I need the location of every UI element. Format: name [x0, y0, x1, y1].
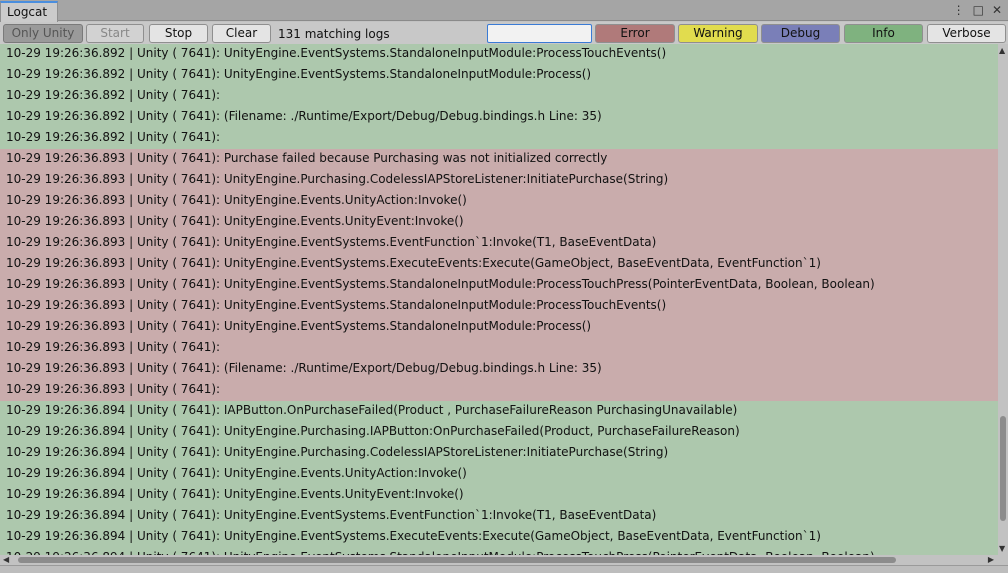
log-row[interactable]: 10-29 19:26:36.893 | Unity ( 7641):	[0, 380, 998, 401]
log-row[interactable]: 10-29 19:26:36.894 | Unity ( 7641): Unit…	[0, 422, 998, 443]
info-filter-button[interactable]: Info	[844, 24, 923, 43]
log-row[interactable]: 10-29 19:26:36.894 | Unity ( 7641): Unit…	[0, 443, 998, 464]
horizontal-scrollbar[interactable]: ◀ ▶	[0, 555, 1008, 565]
log-row[interactable]: 10-29 19:26:36.893 | Unity ( 7641): Unit…	[0, 296, 998, 317]
log-row[interactable]: 10-29 19:26:36.893 | Unity ( 7641): Unit…	[0, 170, 998, 191]
log-row[interactable]: 10-29 19:26:36.892 | Unity ( 7641): Unit…	[0, 65, 998, 86]
log-row[interactable]: 10-29 19:26:36.892 | Unity ( 7641):	[0, 128, 998, 149]
stop-button[interactable]: Stop	[149, 24, 208, 43]
error-filter-button[interactable]: Error	[595, 24, 675, 43]
more-options-icon[interactable]: ⋮	[953, 3, 965, 17]
log-row[interactable]: 10-29 19:26:36.893 | Unity ( 7641): Unit…	[0, 212, 998, 233]
toolbar: Only Unity Start Stop Clear 131 matching…	[0, 22, 1008, 45]
close-icon[interactable]: ✕	[992, 3, 1002, 17]
start-button[interactable]: Start	[86, 24, 144, 43]
maximize-icon[interactable]: □	[973, 3, 984, 17]
horizontal-scroll-thumb[interactable]	[18, 557, 896, 563]
log-row[interactable]: 10-29 19:26:36.894 | Unity ( 7641): Unit…	[0, 548, 998, 555]
scroll-left-arrow-icon[interactable]: ◀	[3, 555, 9, 564]
log-row[interactable]: 10-29 19:26:36.893 | Unity ( 7641): Unit…	[0, 317, 998, 338]
log-row[interactable]: 10-29 19:26:36.892 | Unity ( 7641): (Fil…	[0, 107, 998, 128]
log-row[interactable]: 10-29 19:26:36.893 | Unity ( 7641): Unit…	[0, 233, 998, 254]
search-input[interactable]	[487, 24, 592, 43]
log-row[interactable]: 10-29 19:26:36.893 | Unity ( 7641): Purc…	[0, 149, 998, 170]
log-row[interactable]: 10-29 19:26:36.892 | Unity ( 7641): Unit…	[0, 44, 998, 65]
only-unity-toggle[interactable]: Only Unity	[3, 24, 83, 43]
log-row[interactable]: 10-29 19:26:36.892 | Unity ( 7641):	[0, 86, 998, 107]
scroll-down-arrow-icon[interactable]: ▼	[999, 544, 1005, 553]
debug-filter-button[interactable]: Debug	[761, 24, 840, 43]
log-row[interactable]: 10-29 19:26:36.894 | Unity ( 7641): Unit…	[0, 464, 998, 485]
log-row[interactable]: 10-29 19:26:36.893 | Unity ( 7641): Unit…	[0, 191, 998, 212]
scroll-up-arrow-icon[interactable]: ▲	[999, 46, 1005, 55]
log-row[interactable]: 10-29 19:26:36.894 | Unity ( 7641): Unit…	[0, 485, 998, 506]
clear-button[interactable]: Clear	[212, 24, 271, 43]
log-row[interactable]: 10-29 19:26:36.893 | Unity ( 7641): (Fil…	[0, 359, 998, 380]
vertical-scrollbar[interactable]: ▲ ▼	[998, 44, 1008, 555]
matching-logs-count: 131 matching logs	[278, 27, 390, 41]
log-row[interactable]: 10-29 19:26:36.893 | Unity ( 7641):	[0, 338, 998, 359]
warning-filter-button[interactable]: Warning	[678, 24, 758, 43]
log-list[interactable]: 10-29 19:26:36.892 | Unity ( 7641): Unit…	[0, 44, 998, 555]
log-row[interactable]: 10-29 19:26:36.893 | Unity ( 7641): Unit…	[0, 254, 998, 275]
tab-bar: Logcat ⋮ □ ✕	[0, 0, 1008, 22]
window-controls: ⋮ □ ✕	[953, 3, 1002, 17]
log-row[interactable]: 10-29 19:26:36.893 | Unity ( 7641): Unit…	[0, 275, 998, 296]
vertical-scroll-thumb[interactable]	[1000, 416, 1006, 521]
log-row[interactable]: 10-29 19:26:36.894 | Unity ( 7641): Unit…	[0, 527, 998, 548]
tab-logcat[interactable]: Logcat	[0, 1, 58, 22]
scroll-right-arrow-icon[interactable]: ▶	[988, 555, 994, 564]
status-bar	[0, 565, 1008, 573]
log-row[interactable]: 10-29 19:26:36.894 | Unity ( 7641): IAPB…	[0, 401, 998, 422]
verbose-filter-button[interactable]: Verbose	[927, 24, 1006, 43]
log-row[interactable]: 10-29 19:26:36.894 | Unity ( 7641): Unit…	[0, 506, 998, 527]
